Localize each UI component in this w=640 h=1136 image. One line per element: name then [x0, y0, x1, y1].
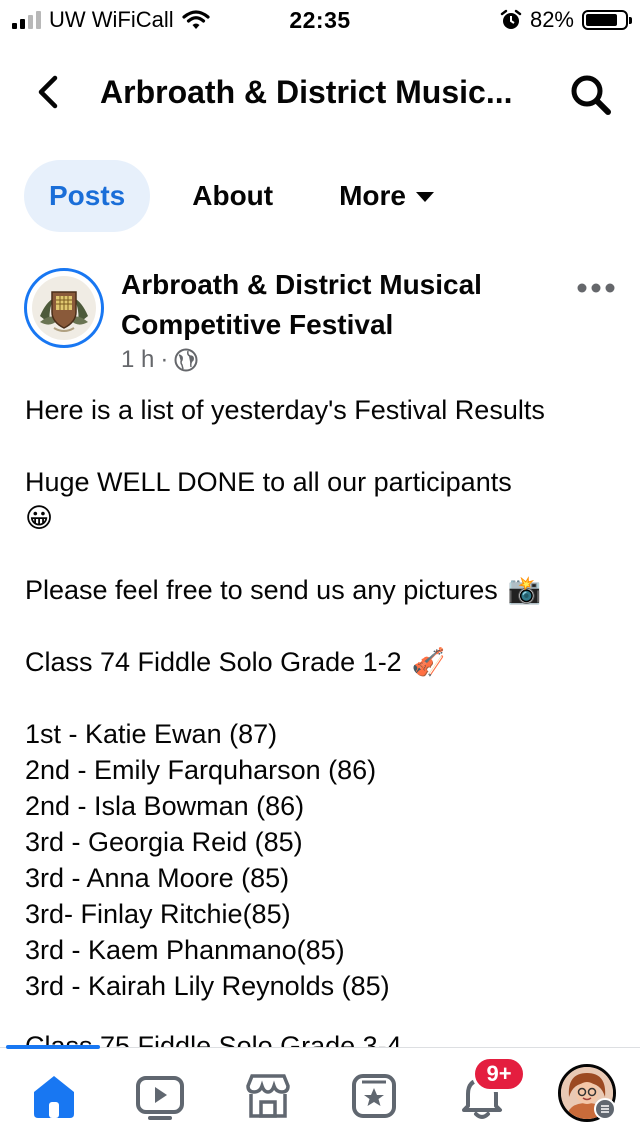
post-intro: Here is a list of yesterday's Festival R… — [25, 395, 545, 425]
battery-icon — [582, 10, 632, 30]
result-line: 1st - Katie Ewan (87) — [25, 719, 278, 749]
tab-about[interactable]: About — [192, 160, 273, 232]
post-author[interactable]: Arbroath & District Musical Competitive … — [121, 265, 541, 345]
post-pictures-line: Please feel free to send us any pictures… — [25, 572, 625, 608]
alarm-icon — [500, 9, 522, 29]
result-line: 2nd - Isla Bowman (86) — [25, 791, 305, 821]
camera-emoji: 📸 — [507, 575, 542, 605]
meta-separator: · — [160, 346, 169, 373]
notification-badge: 9+ — [472, 1056, 526, 1092]
post-body: Here is a list of yesterday's Festival R… — [25, 392, 625, 1004]
home-icon[interactable] — [26, 1068, 82, 1124]
result-line: 3rd - Kaem Phanmano(85) — [25, 935, 345, 965]
tab-posts[interactable]: Posts — [24, 160, 151, 232]
next-class-partial: Class 75 Fiddle Solo Grade 3-4 — [25, 1032, 625, 1048]
post-well-done: Huge WELL DONE to all our participants — [25, 467, 512, 497]
tab-posts-label: Posts — [49, 180, 126, 211]
result-line: 3rd- Finlay Ritchie(85) — [25, 899, 291, 929]
festival-logo — [32, 276, 96, 340]
class74-text: Class 74 Fiddle Solo Grade 1-2 — [25, 647, 402, 677]
video-icon[interactable] — [132, 1068, 188, 1124]
page-title: Arbroath & District Music... — [100, 74, 513, 110]
page-header: Arbroath & District Music... — [0, 58, 640, 128]
class74-heading: Class 74 Fiddle Solo Grade 1-2 🎻 — [25, 644, 625, 680]
post-pictures-text: Please feel free to send us any pictures — [25, 575, 498, 605]
post-time[interactable]: 1 h — [121, 346, 154, 374]
search-icon[interactable] — [568, 72, 614, 118]
globe-icon — [174, 348, 198, 372]
menu-icon[interactable] — [594, 1098, 616, 1120]
more-options-icon[interactable] — [574, 276, 618, 300]
tab-about-label: About — [192, 180, 274, 211]
tab-more[interactable]: More — [339, 160, 435, 232]
violin-emoji: 🎻 — [411, 647, 446, 677]
result-line: 3rd - Georgia Reid (85) — [25, 827, 303, 857]
result-line: 3rd - Kairah Lily Reynolds (85) — [25, 971, 390, 1001]
active-tab-indicator — [6, 1045, 100, 1049]
bottom-nav — [0, 1045, 640, 1136]
status-right: 82% — [500, 7, 632, 33]
result-line: 3rd - Anna Moore (85) — [25, 863, 290, 893]
marketplace-icon[interactable] — [240, 1068, 296, 1124]
battery-percent: 82% — [529, 7, 574, 32]
feeds-icon[interactable] — [346, 1068, 402, 1124]
page-avatar[interactable] — [24, 268, 104, 348]
tab-more-label: More — [339, 180, 407, 211]
post-meta: 1 h · — [121, 346, 198, 374]
result-line: 2nd - Emily Farquharson (86) — [25, 755, 377, 785]
back-arrow-icon[interactable] — [30, 72, 70, 112]
caret-down-icon — [416, 192, 435, 202]
status-bar: UW WiFiCall 22:35 82% — [0, 0, 640, 40]
smile-emoji: 😀 — [25, 503, 54, 533]
page-tabs: Posts About More — [24, 160, 435, 232]
